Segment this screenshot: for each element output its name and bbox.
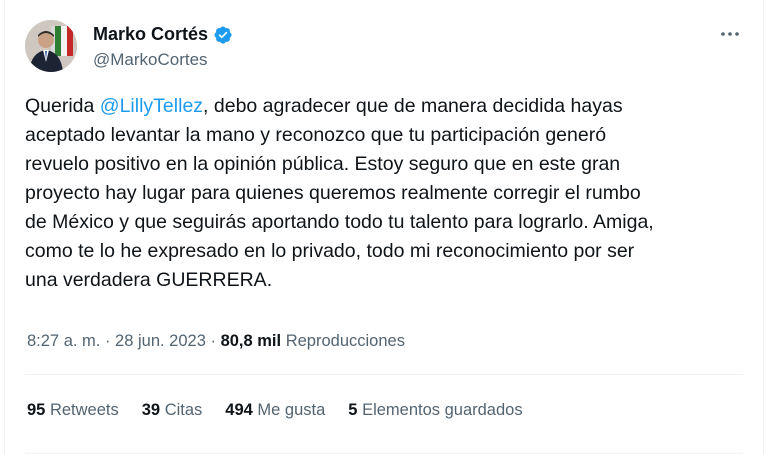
likes-count: 494 — [225, 401, 253, 419]
bookmarks-count: 5 — [348, 401, 358, 419]
likes-label: Me gusta — [257, 401, 326, 419]
profile-photo — [25, 20, 77, 72]
tweet-text-rest: , debo agradecer que de manera decidida … — [25, 95, 654, 291]
views-count: 80,8 mil — [220, 332, 282, 350]
author-handle[interactable]: @MarkoCortes — [93, 50, 208, 70]
more-options-icon[interactable] — [717, 24, 743, 44]
views-label: Reproducciones — [285, 332, 405, 350]
tweet-card: Marko Cortés @MarkoCortes Querida @Lilly… — [4, 0, 764, 454]
tweet-text: Querida @LillyTellez, debo agradecer que… — [25, 92, 755, 295]
divider — [25, 374, 743, 375]
quotes-label: Citas — [164, 401, 203, 419]
retweets-count: 95 — [27, 401, 46, 419]
tweet-meta: 8:27 a. m. · 28 jun. 2023 · 80,8 mil Rep… — [27, 332, 405, 351]
quotes-count: 39 — [141, 401, 161, 419]
mention-link[interactable]: @LillyTellez — [100, 95, 203, 117]
tweet-stats: 95 Retweets 39 Citas 494 Me gusta 5 Elem… — [27, 401, 523, 420]
tweet-date[interactable]: 28 jun. 2023 — [115, 332, 206, 350]
tweet-text-start: Querida — [25, 95, 100, 117]
avatar[interactable] — [25, 20, 77, 72]
meta-separator-2: · — [205, 332, 221, 350]
tweet-time[interactable]: 8:27 a. m. — [27, 332, 100, 350]
meta-separator: · — [100, 332, 116, 350]
verified-badge-icon — [213, 25, 233, 45]
bookmarks-stat[interactable]: 5 Elementos guardados — [348, 401, 522, 420]
likes-stat[interactable]: 494 Me gusta — [225, 401, 325, 420]
retweets-label: Retweets — [49, 401, 119, 419]
author-name-row[interactable]: Marko Cortés — [93, 24, 233, 45]
retweets-stat[interactable]: 95 Retweets — [27, 401, 119, 420]
author-display-name[interactable]: Marko Cortés — [93, 24, 208, 45]
bookmarks-label: Elementos guardados — [362, 401, 523, 419]
quotes-stat[interactable]: 39 Citas — [142, 401, 203, 420]
